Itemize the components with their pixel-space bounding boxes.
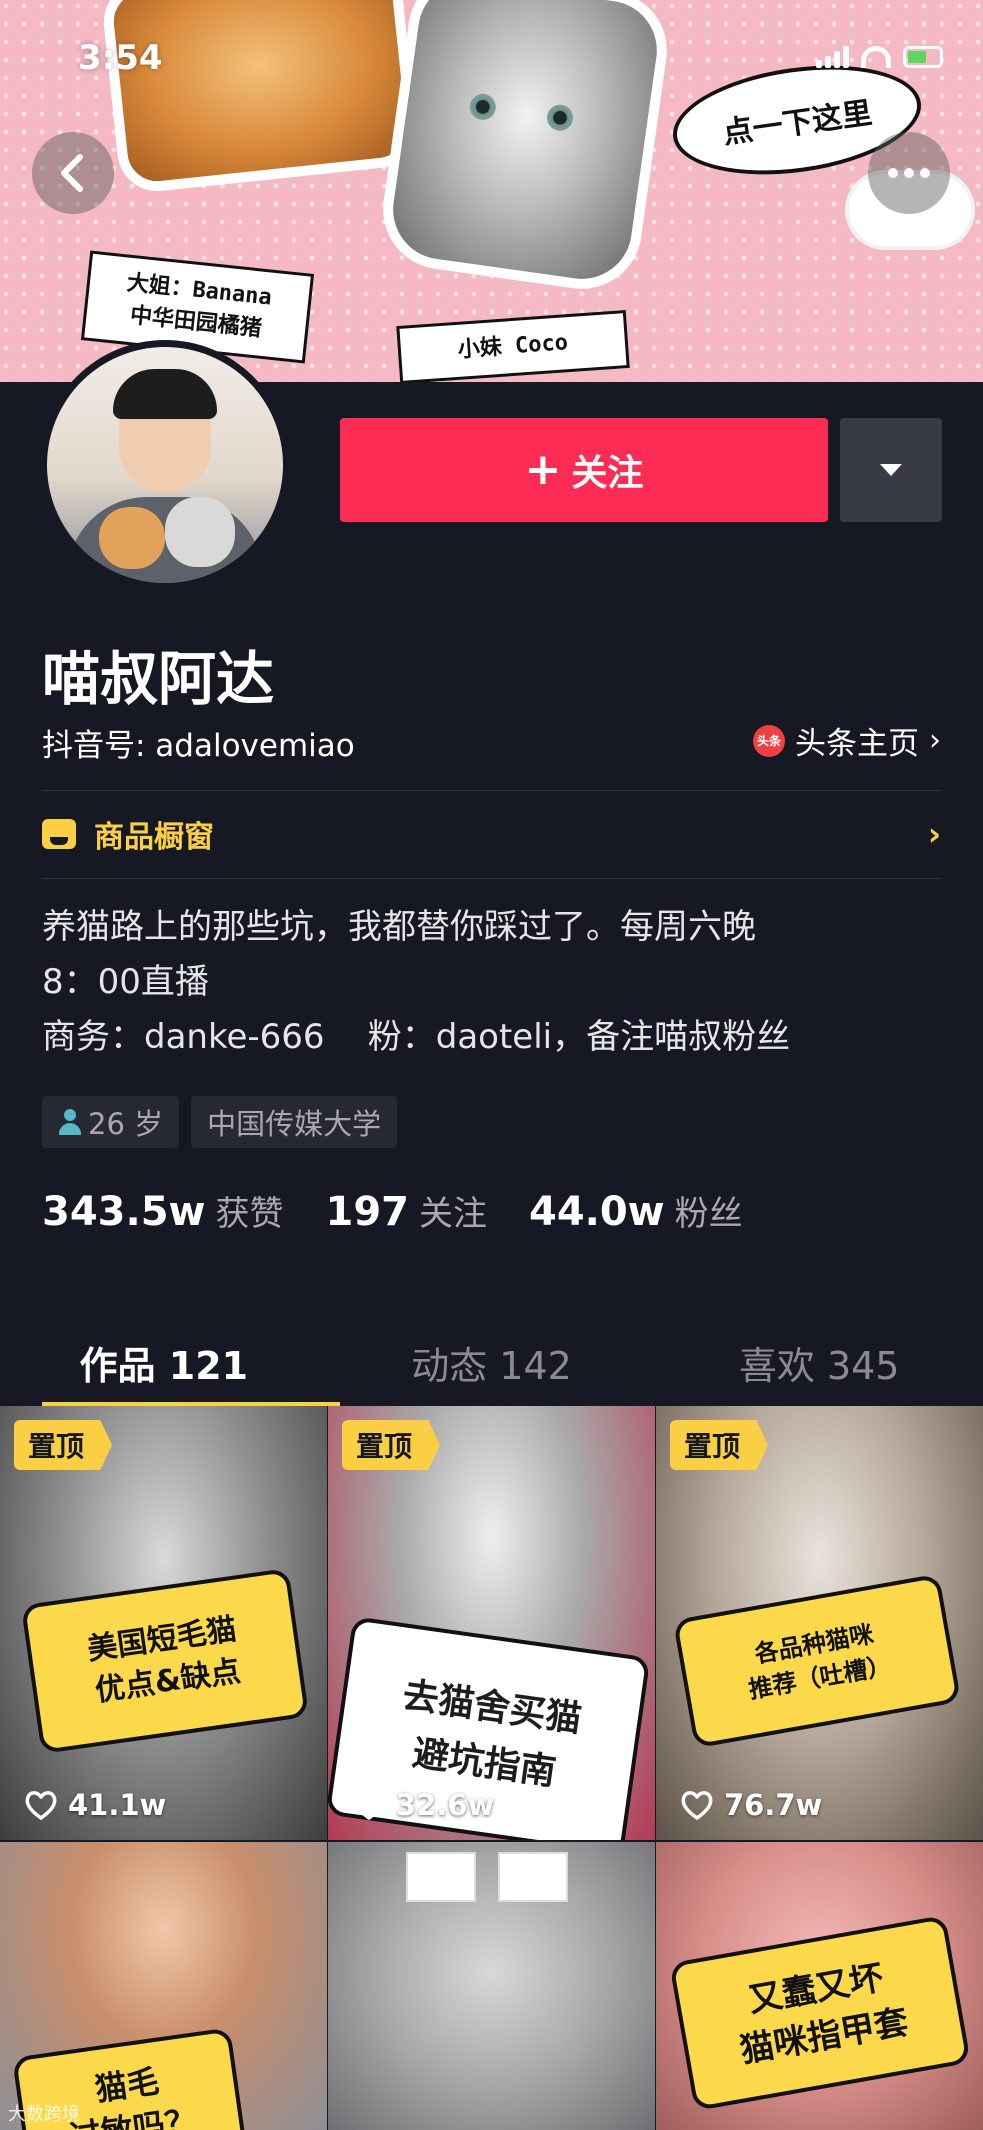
bio-line: 商务：danke-666 粉：daoteli，备注喵叔粉丝	[42, 1017, 791, 1057]
follow-button[interactable]: + 关注	[340, 418, 828, 522]
stat-followers[interactable]: 44.0w 粉丝	[529, 1186, 743, 1235]
like-count: 32.6w	[352, 1788, 494, 1822]
status-icons	[816, 46, 943, 68]
pinned-badge: 置顶	[14, 1420, 113, 1470]
heart-icon	[681, 1791, 713, 1820]
back-arrow-icon	[61, 154, 83, 192]
blur-patch	[498, 1852, 568, 1902]
video-caption: 又蠢又坏 猫咪指甲套	[669, 1914, 971, 2112]
cat-eye	[468, 92, 498, 122]
plus-icon: +	[524, 444, 562, 495]
video-thumbnail[interactable]: 置顶 美国短毛猫 优点&缺点 41.1w	[0, 1406, 327, 1840]
bubble-text: 点一下这里	[720, 95, 875, 152]
chevron-right-icon: ›	[927, 815, 941, 853]
cover-sign-coco: 小妹 Coco	[396, 310, 630, 382]
wifi-icon	[861, 46, 891, 68]
signal-icon	[816, 46, 849, 68]
content-tabs: 作品 121 动态 142 喜欢 345	[0, 1320, 983, 1404]
bio: 养猫路上的那些坑，我都替你踩过了。每周六晚 8：00直播 商务：danke-66…	[42, 900, 942, 1065]
video-thumbnail[interactable]: 置顶 去猫舍买猫 避坑指南 32.6w	[328, 1406, 655, 1840]
video-thumbnail[interactable]: 置顶 各品种猫咪 推荐（吐槽） 76.7w	[656, 1406, 983, 1840]
profile-stats: 343.5w 获赞 197 关注 44.0w 粉丝	[42, 1186, 743, 1235]
person-icon	[58, 1109, 82, 1135]
video-caption: 美国短毛猫 优点&缺点	[20, 1567, 310, 1755]
bio-line: 养猫路上的那些坑，我都替你踩过了。每周六晚	[42, 907, 756, 947]
avatar-photo	[47, 347, 283, 583]
toutiao-icon: 头条	[753, 724, 785, 757]
toutiao-homepage-link[interactable]: 头条 头条主页 ›	[753, 718, 941, 763]
stat-likes: 343.5w 获赞	[42, 1186, 283, 1235]
age-tag-label: 26 岁	[88, 1107, 164, 1141]
age-tag: 26 岁	[42, 1096, 180, 1148]
tab-updates[interactable]: 动态 142	[328, 1320, 656, 1404]
sign-text: 小妹 Coco	[457, 330, 569, 363]
cat-eye	[545, 103, 575, 133]
back-button[interactable]	[32, 132, 114, 214]
stat-value: 197	[325, 1189, 409, 1235]
video-thumbnail[interactable]	[328, 1842, 655, 2130]
cover-cat-photo-orange	[99, 0, 421, 196]
video-grid: 置顶 美国短毛猫 优点&缺点 41.1w 置顶 去猫舍买猫 避坑指南 32.6w…	[0, 1406, 983, 2130]
video-thumbnail[interactable]: 又蠢又坏 猫咪指甲套	[656, 1842, 983, 2130]
stat-value: 343.5w	[42, 1189, 206, 1235]
video-caption: 各品种猫咪 推荐（吐槽）	[672, 1573, 962, 1749]
nickname: 喵叔阿达	[42, 645, 275, 713]
school-tag: 中国传媒大学	[191, 1096, 398, 1148]
recommend-dropdown-button[interactable]	[840, 418, 942, 522]
avatar[interactable]	[40, 340, 290, 590]
pinned-badge: 置顶	[342, 1420, 441, 1470]
follow-label: 关注	[571, 453, 644, 494]
video-thumbnail[interactable]: 猫毛 过敏吗？ 大数跨境	[0, 1842, 327, 2130]
watermark-text: 大数跨境	[8, 2104, 80, 2125]
stat-label: 关注	[418, 1194, 487, 1234]
blur-patch	[406, 1852, 476, 1902]
pinned-badge: 置顶	[670, 1420, 769, 1470]
watermark: 大数跨境	[8, 2100, 80, 2126]
toutiao-label: 头条主页	[795, 726, 919, 762]
like-count: 76.7w	[680, 1788, 822, 1822]
profile-tags: 26 岁 中国传媒大学	[42, 1096, 398, 1148]
cover-banner[interactable]: 大姐：Banana 中华田园橘猪 小妹 Coco 点一下这里 3:54	[0, 0, 983, 382]
divider	[42, 878, 941, 879]
shop-icon	[42, 819, 76, 849]
more-button[interactable]	[868, 132, 950, 214]
chevron-right-icon: ›	[929, 723, 941, 758]
heart-icon	[353, 1791, 385, 1820]
like-count-value: 32.6w	[396, 1788, 495, 1822]
caret-down-icon	[880, 464, 902, 476]
status-time: 3:54	[78, 38, 163, 78]
douyin-id: 抖音号: adalovemiao	[42, 728, 355, 764]
tab-likes[interactable]: 喜欢 345	[655, 1320, 983, 1404]
stat-following[interactable]: 197 关注	[325, 1186, 487, 1235]
like-count-value: 41.1w	[68, 1788, 167, 1822]
shop-label: 商品橱窗	[94, 820, 214, 855]
battery-icon	[903, 46, 943, 68]
stat-value: 44.0w	[528, 1189, 665, 1235]
cover-cat-photo-tabby	[375, 0, 675, 297]
stat-label: 粉丝	[674, 1194, 743, 1234]
school-tag-label: 中国传媒大学	[207, 1107, 382, 1141]
shop-window-row[interactable]: 商品橱窗 ›	[42, 790, 941, 878]
stat-label: 获赞	[215, 1194, 284, 1234]
bio-line: 8：00直播	[42, 962, 209, 1002]
tab-works[interactable]: 作品 121	[0, 1320, 328, 1404]
more-dots-icon	[888, 168, 930, 178]
heart-icon	[25, 1791, 57, 1820]
like-count-value: 76.7w	[724, 1788, 823, 1822]
like-count: 41.1w	[24, 1788, 166, 1822]
